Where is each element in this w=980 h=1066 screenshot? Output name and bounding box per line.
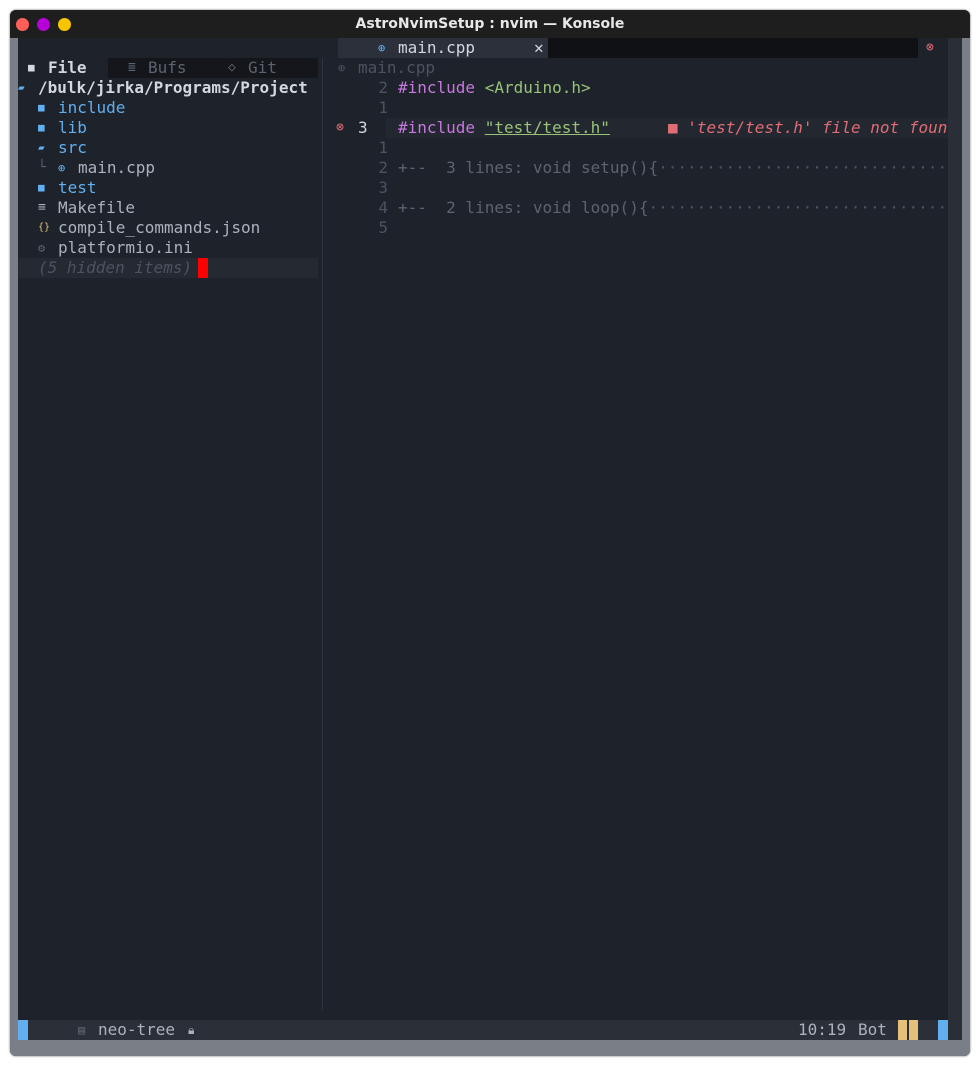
tree-item-test[interactable]: ■ test: [18, 178, 318, 198]
winbar-filename: main.cpp: [358, 58, 436, 77]
left-border: [10, 38, 18, 1040]
line-number: 4: [378, 198, 388, 217]
hidden-items-row[interactable]: (5 hidden items): [18, 258, 318, 278]
fold-text: +-- 2 lines: void loop(){···············…: [398, 198, 948, 217]
tabline-empty: [548, 38, 918, 58]
code-line-current[interactable]: ⊗ 3 #include "test/test.h" ■ 'test/test.…: [328, 118, 948, 138]
tree-item-label: main.cpp: [78, 158, 156, 177]
gear-icon: ⚙: [38, 241, 46, 255]
line-number: 3: [378, 178, 388, 197]
line-number-current: 3: [358, 118, 368, 137]
tree-item-label: include: [58, 98, 126, 117]
folder-open-icon: ▰: [18, 81, 25, 94]
tree-item-label: platformio.ini: [58, 238, 193, 257]
tree-item-makefile[interactable]: ≡ Makefile: [18, 198, 318, 218]
folder-icon: ■: [38, 181, 45, 194]
window-separator[interactable]: [322, 58, 323, 1010]
close-icon[interactable]: ✕: [534, 38, 544, 58]
cpp-file-icon: ⊕: [338, 61, 346, 75]
lock-icon: 🔒︎: [188, 1023, 195, 1037]
file-icon: ▤: [78, 1023, 86, 1037]
tree-item-src[interactable]: ▰ src: [18, 138, 318, 158]
tree-indent-marker: └: [38, 160, 46, 175]
text-file-icon: ≡: [38, 200, 46, 215]
folder-open-icon: ▰: [38, 141, 45, 154]
line-number: 2: [378, 78, 388, 97]
source-tab-git[interactable]: Git: [248, 58, 277, 78]
cpp-file-icon: ⊕: [378, 41, 386, 55]
tree-item-label: lib: [58, 118, 87, 137]
tree-item-platformio[interactable]: ⚙ platformio.ini: [18, 238, 318, 258]
terminal-area[interactable]: ⊕ main.cpp ✕ ⊗ ■ File ≣ Bufs ◇ Git ▰ /bu…: [18, 38, 948, 1040]
code-line[interactable]: 1: [328, 138, 948, 158]
text-cursor: [198, 258, 208, 278]
folder-icon: ■: [38, 121, 45, 134]
tree-item-lib[interactable]: ■ lib: [18, 118, 318, 138]
diagnostic-virtual-text: ■ 'test/test.h' file not foun: [668, 118, 948, 137]
mode-indicator-right: [938, 1020, 948, 1040]
tree-item-label: src: [58, 138, 87, 157]
right-border: [962, 38, 970, 1040]
hidden-items-label: (5 hidden items): [38, 258, 193, 277]
window-title: AstroNvimSetup : nvim — Konsole: [355, 16, 625, 32]
close-all-icon: ⊗: [926, 40, 934, 55]
root-path[interactable]: /bulk/jirka/Programs/Project: [38, 78, 318, 98]
code-line[interactable]: 2 #include <Arduino.h>: [328, 78, 948, 98]
tab-label: main.cpp: [398, 38, 476, 57]
tree-item-label: test: [58, 178, 97, 197]
tabline: ⊕ main.cpp ✕ ⊗: [18, 38, 948, 58]
code-text: #include "test/test.h": [398, 118, 610, 137]
error-sign-icon[interactable]: ⊗: [328, 118, 352, 138]
folder-icon: ■: [28, 61, 35, 74]
tree-item-include[interactable]: ■ include: [18, 98, 318, 118]
code-line[interactable]: 3: [328, 178, 948, 198]
statusline: ▤ neo-tree 🔒︎ 10:19 Bot: [18, 1020, 948, 1040]
tab-main-cpp[interactable]: ⊕ main.cpp ✕: [338, 38, 548, 58]
mode-indicator: [18, 1020, 28, 1040]
scroll-position: Bot: [858, 1020, 887, 1039]
code-text: #include <Arduino.h>: [398, 78, 591, 97]
cpp-file-icon: ⊕: [58, 161, 66, 175]
tree-item-label: compile_commands.json: [58, 218, 261, 237]
code-line[interactable]: 1: [328, 98, 948, 118]
neo-tree-sidebar: ■ File ≣ Bufs ◇ Git ▰ /bulk/jirka/Progra…: [18, 58, 322, 1010]
folder-icon: ■: [38, 101, 45, 114]
cursor-position: 10:19: [798, 1020, 847, 1039]
tree-item-compile-commands[interactable]: {} compile_commands.json: [18, 218, 318, 238]
json-file-icon: {}: [38, 222, 51, 233]
line-number: 1: [378, 138, 388, 157]
tree-item-main-cpp[interactable]: └ ⊕ main.cpp: [18, 158, 318, 178]
source-tab-file[interactable]: File: [48, 58, 87, 78]
code-line[interactable]: 5: [328, 218, 948, 238]
line-number: 1: [378, 98, 388, 117]
title-bar: AstroNvimSetup : nvim — Konsole: [10, 10, 970, 38]
tree-item-label: Makefile: [58, 198, 136, 217]
konsole-window: AstroNvimSetup : nvim — Konsole ⊕ main.c…: [10, 10, 970, 1056]
scrollbar-indicator-gap: [907, 1020, 909, 1040]
fold-line[interactable]: 4 +-- 2 lines: void loop(){·············…: [328, 198, 948, 218]
fold-text: +-- 3 lines: void setup(){··············…: [398, 158, 948, 177]
tabline-offset: [18, 38, 338, 58]
bottom-border: [10, 1040, 970, 1056]
buffers-icon: ≣: [128, 60, 136, 75]
source-selector: ■ File ≣ Bufs ◇ Git: [18, 58, 318, 78]
line-number: 5: [378, 218, 388, 237]
filetype-label: neo-tree: [98, 1020, 176, 1039]
line-number: 2: [378, 158, 388, 177]
close-all-button[interactable]: ⊗: [918, 38, 948, 58]
scrollbar[interactable]: [948, 38, 962, 1040]
source-tab-bufs[interactable]: Bufs: [148, 58, 187, 78]
git-icon: ◇: [228, 60, 236, 75]
fold-line[interactable]: 2 +-- 3 lines: void setup(){············…: [328, 158, 948, 178]
